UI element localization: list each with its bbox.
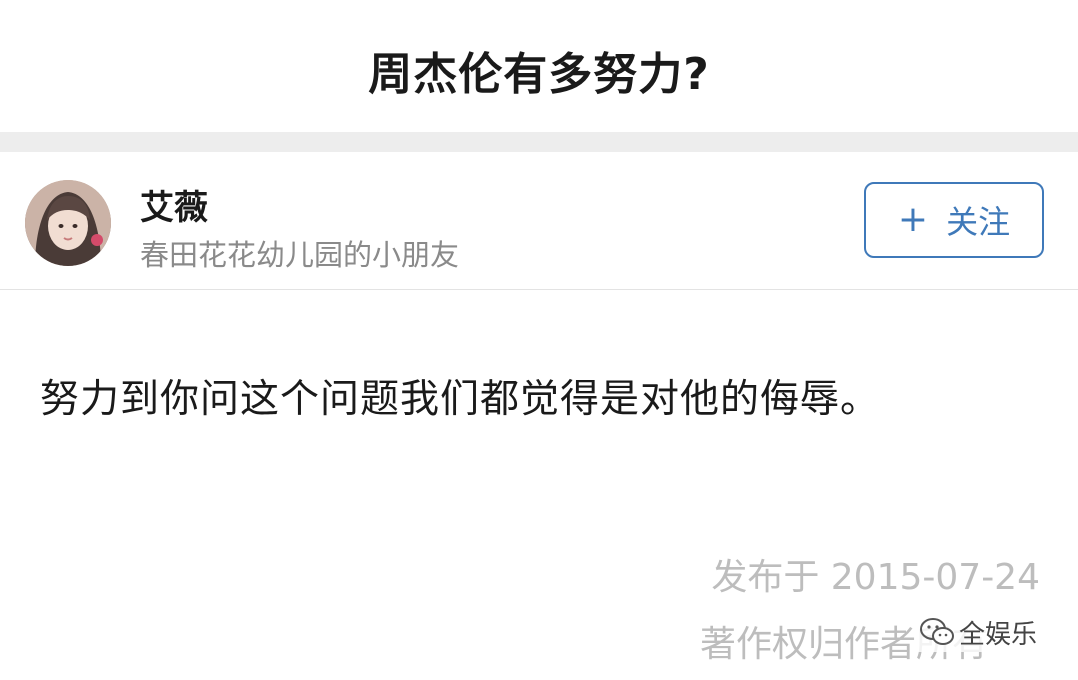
question-title: 周杰伦有多努力?: [368, 49, 710, 100]
author-avatar[interactable]: [25, 180, 111, 266]
author-name[interactable]: 艾薇: [140, 180, 208, 229]
publish-date: 发布于 2015-07-24: [711, 557, 1040, 598]
watermark-text: 全娱乐: [959, 619, 1038, 650]
follow-button[interactable]: + 关注: [864, 182, 1044, 258]
divider: [0, 289, 1078, 290]
plus-icon: +: [897, 199, 929, 240]
answer-text: 努力到你问这个问题我们都觉得是对他的侮辱。: [40, 377, 881, 422]
avatar-photo-icon: [25, 180, 111, 266]
wechat-icon: [920, 618, 954, 645]
section-separator: [0, 132, 1078, 152]
author-bio: 春田花花幼儿园的小朋友: [140, 238, 460, 272]
watermark: 全娱乐: [915, 612, 1046, 652]
follow-button-label: 关注: [946, 203, 1011, 241]
